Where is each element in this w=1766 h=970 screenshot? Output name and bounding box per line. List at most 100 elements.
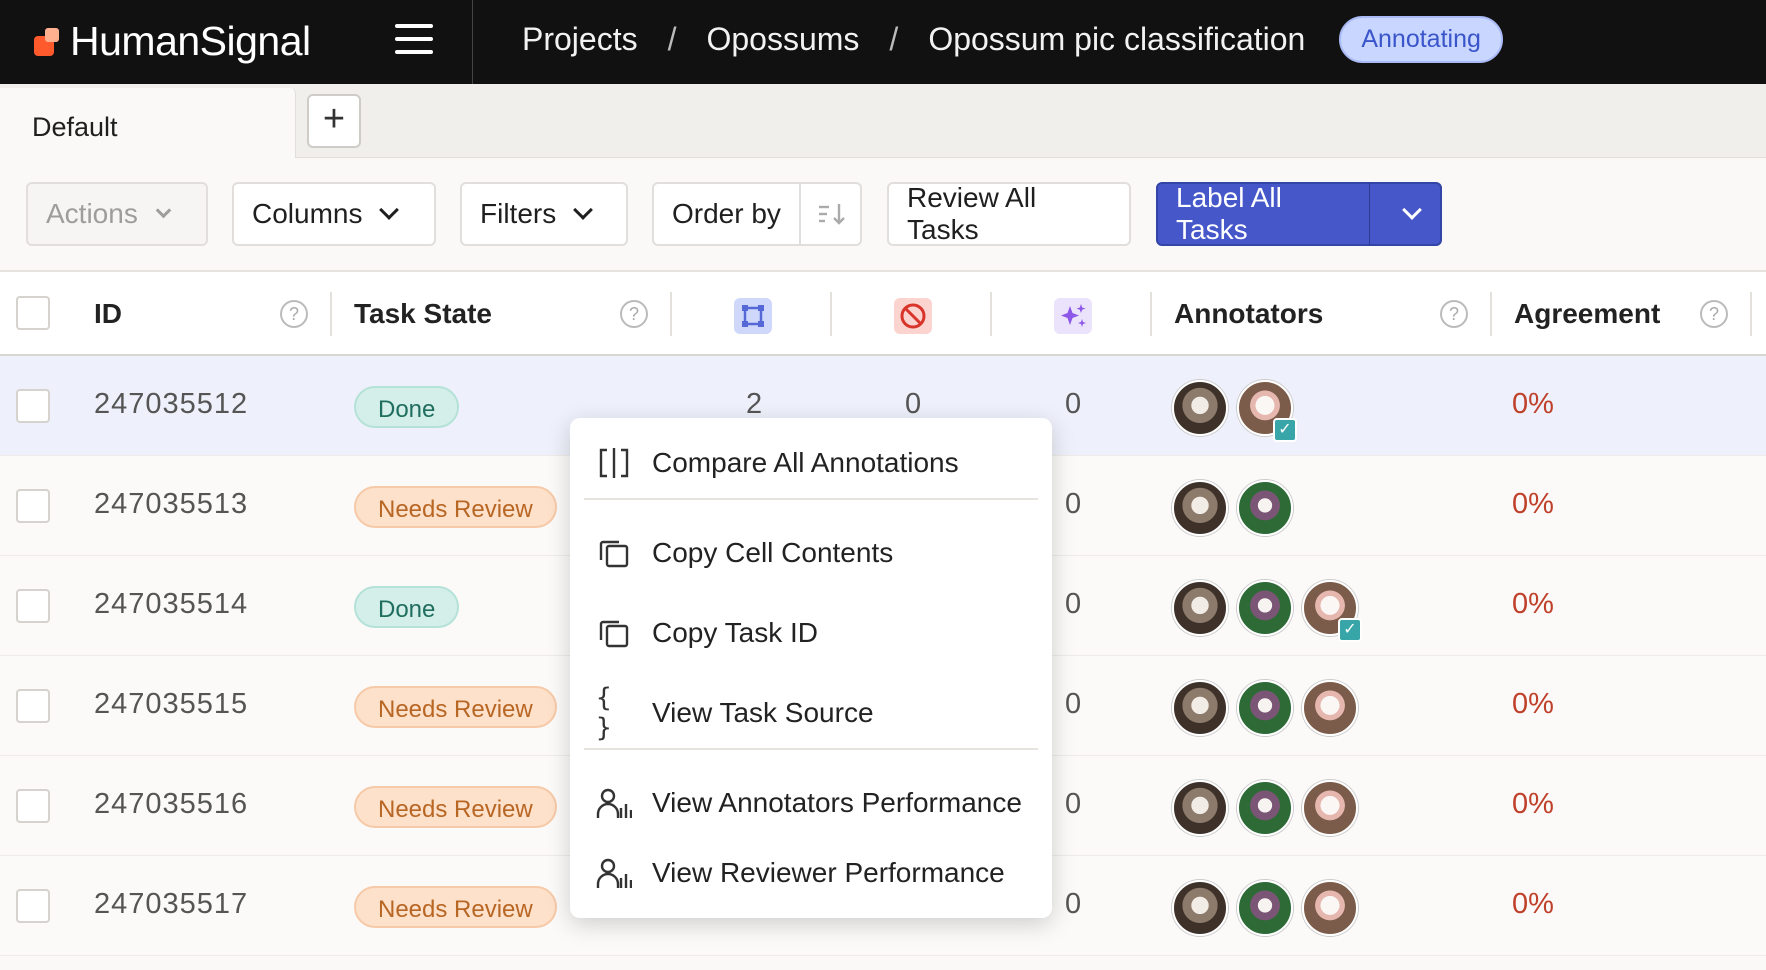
button-divider bbox=[1368, 183, 1370, 245]
annotations-count-icon[interactable] bbox=[734, 298, 772, 334]
cancelled-count: 0 bbox=[905, 388, 922, 420]
task-id: 247035514 bbox=[94, 588, 249, 620]
predictions-count: 0 bbox=[1065, 588, 1082, 620]
avatar bbox=[1172, 580, 1228, 636]
row-checkbox[interactable] bbox=[16, 589, 50, 623]
predictions-icon[interactable] bbox=[1054, 298, 1092, 334]
menu-item-label: View Annotators Performance bbox=[652, 787, 1022, 818]
annotator-avatar[interactable] bbox=[1172, 780, 1228, 836]
help-icon[interactable]: ? bbox=[620, 300, 648, 328]
breadcrumb-workspace[interactable]: Opossums bbox=[706, 21, 859, 58]
row-checkbox[interactable] bbox=[16, 789, 50, 823]
annotator-avatar[interactable] bbox=[1237, 680, 1293, 736]
avatar bbox=[1172, 680, 1228, 736]
row-checkbox[interactable] bbox=[16, 889, 50, 923]
order-by-button[interactable]: Order by bbox=[652, 182, 862, 246]
sort-direction-icon[interactable] bbox=[798, 184, 847, 244]
column-resizer[interactable] bbox=[670, 292, 672, 336]
menu-item-copy-task-id[interactable]: Copy Task ID bbox=[570, 600, 1052, 666]
select-all-checkbox[interactable] bbox=[16, 296, 50, 330]
annotator-avatar[interactable] bbox=[1172, 480, 1228, 536]
task-state-badge: Needs Review bbox=[354, 486, 557, 528]
predictions-count: 0 bbox=[1065, 688, 1082, 720]
column-header-task-state[interactable]: Task State bbox=[354, 272, 492, 356]
task-state-badge: Done bbox=[354, 386, 460, 428]
annotator-avatar[interactable] bbox=[1172, 380, 1228, 436]
column-resizer[interactable] bbox=[830, 292, 832, 336]
annotator-avatar[interactable] bbox=[1237, 780, 1293, 836]
annotator-avatar[interactable] bbox=[1237, 880, 1293, 936]
agreement-value: 0% bbox=[1512, 788, 1554, 820]
label-all-tasks-button[interactable]: Label All Tasks bbox=[1156, 182, 1442, 246]
menu-item-copy-cell[interactable]: Copy Cell Contents bbox=[570, 520, 1052, 586]
avatar bbox=[1302, 680, 1358, 736]
agreement-value: 0% bbox=[1512, 388, 1554, 420]
columns-button[interactable]: Columns bbox=[232, 182, 436, 246]
help-icon[interactable]: ? bbox=[280, 300, 308, 328]
annotator-avatar[interactable] bbox=[1237, 580, 1293, 636]
task-state-badge: Needs Review bbox=[354, 786, 557, 828]
menu-item-annotators-performance[interactable]: View Annotators Performance bbox=[570, 770, 1052, 836]
avatar bbox=[1172, 480, 1228, 536]
chevron-down-icon bbox=[1401, 200, 1422, 220]
help-icon[interactable]: ? bbox=[1700, 300, 1728, 328]
annotators-list bbox=[1172, 780, 1358, 836]
agreement-value: 0% bbox=[1512, 888, 1554, 920]
predictions-count: 0 bbox=[1065, 888, 1082, 920]
avatar bbox=[1302, 780, 1358, 836]
breadcrumb-project[interactable]: Opossum pic classification bbox=[928, 21, 1305, 58]
avatar bbox=[1237, 480, 1293, 536]
annotator-avatar[interactable] bbox=[1172, 880, 1228, 936]
top-bar: HumanSignal Projects / Opossums / Opossu… bbox=[0, 0, 1766, 84]
annotator-avatar[interactable] bbox=[1302, 680, 1358, 736]
annotator-avatar[interactable] bbox=[1302, 780, 1358, 836]
breadcrumb-projects[interactable]: Projects bbox=[522, 21, 638, 58]
actions-label: Actions bbox=[46, 198, 138, 229]
column-header-id[interactable]: ID bbox=[94, 272, 122, 356]
task-id: 247035512 bbox=[94, 388, 249, 420]
avatar bbox=[1237, 680, 1293, 736]
menu-item-compare-annotations[interactable]: Compare All Annotations bbox=[570, 430, 1052, 496]
annotator-avatar[interactable]: ✓ bbox=[1237, 380, 1297, 442]
breadcrumb-separator: / bbox=[667, 21, 677, 57]
agreement-value: 0% bbox=[1512, 588, 1554, 620]
help-icon[interactable]: ? bbox=[1440, 300, 1468, 328]
add-tab-button[interactable]: + bbox=[307, 94, 361, 148]
predictions-count: 0 bbox=[1065, 388, 1082, 420]
annotator-avatar[interactable] bbox=[1172, 680, 1228, 736]
column-header-agreement[interactable]: Agreement bbox=[1514, 272, 1660, 356]
copy-icon bbox=[596, 615, 632, 651]
annotator-avatar[interactable] bbox=[1237, 480, 1293, 536]
annotator-avatar[interactable] bbox=[1302, 880, 1358, 936]
row-checkbox[interactable] bbox=[16, 689, 50, 723]
predictions-count: 0 bbox=[1065, 488, 1082, 520]
annotations-count: 2 bbox=[746, 388, 763, 420]
menu-item-view-task-source[interactable]: { } View Task Source bbox=[570, 680, 1052, 746]
row-checkbox[interactable] bbox=[16, 389, 50, 423]
menu-item-reviewer-performance[interactable]: View Reviewer Performance bbox=[570, 840, 1052, 906]
order-by-label: Order by bbox=[672, 198, 781, 229]
hamburger-menu-icon[interactable] bbox=[395, 24, 433, 54]
chevron-down-icon bbox=[155, 202, 172, 218]
review-all-label: Review All Tasks bbox=[907, 182, 1037, 245]
column-resizer[interactable] bbox=[330, 292, 332, 336]
column-resizer[interactable] bbox=[1150, 292, 1152, 336]
review-all-tasks-button[interactable]: Review All Tasks bbox=[887, 182, 1131, 246]
column-resizer[interactable] bbox=[990, 292, 992, 336]
column-resizer[interactable] bbox=[1750, 292, 1752, 336]
avatar bbox=[1302, 880, 1358, 936]
label-all-dropdown[interactable] bbox=[1383, 200, 1440, 220]
filters-button[interactable]: Filters bbox=[460, 182, 628, 246]
humansignal-logo[interactable]: HumanSignal bbox=[34, 18, 311, 65]
tab-default[interactable]: Default bbox=[0, 88, 296, 158]
annotator-avatar[interactable] bbox=[1172, 580, 1228, 636]
column-header-annotators[interactable]: Annotators bbox=[1174, 272, 1323, 356]
column-resizer[interactable] bbox=[1490, 292, 1492, 336]
row-checkbox[interactable] bbox=[16, 489, 50, 523]
agreement-value: 0% bbox=[1512, 488, 1554, 520]
annotator-avatar[interactable]: ✓ bbox=[1302, 580, 1362, 642]
task-id: 247035517 bbox=[94, 888, 249, 920]
breadcrumb: Projects / Opossums / Opossum pic classi… bbox=[522, 16, 1503, 63]
actions-button[interactable]: Actions bbox=[26, 182, 208, 246]
cancelled-icon[interactable] bbox=[894, 298, 932, 334]
